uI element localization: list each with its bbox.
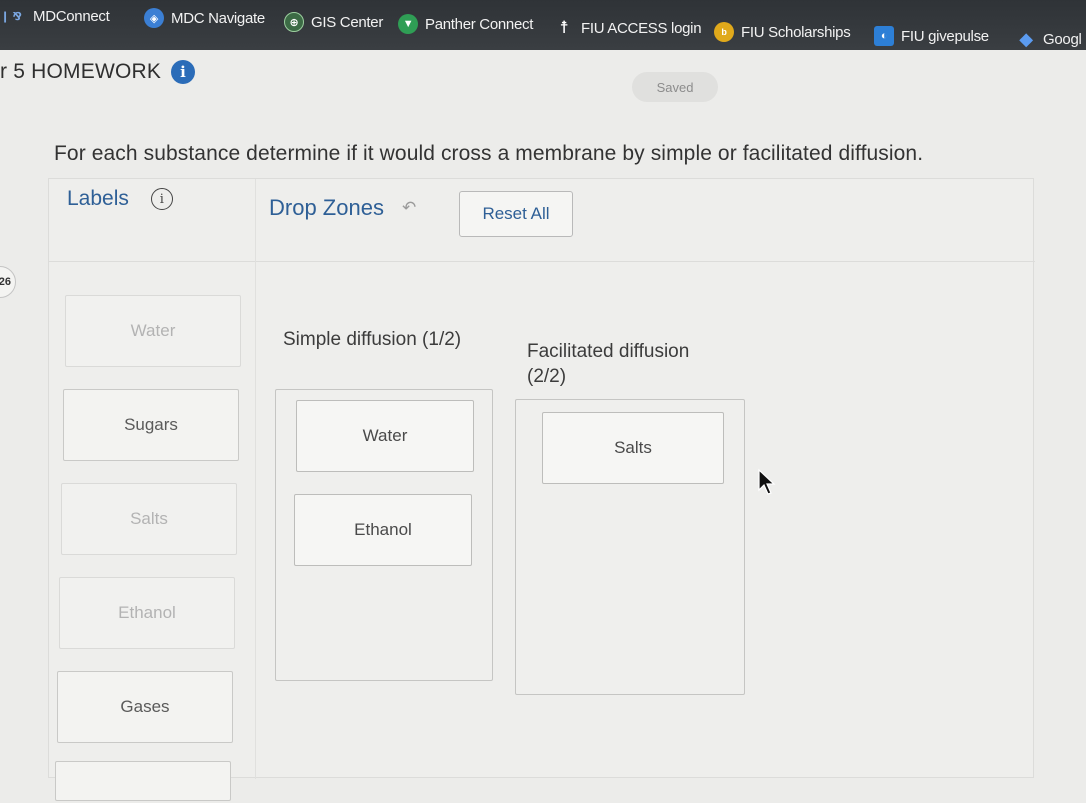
bookmarks-bar: ❙ ⅋ MDConnect ◈ MDC Navigate ⊕ GIS Cente…: [0, 0, 1086, 50]
homework-page: r 5 HOMEWORK i Saved 26 For each substan…: [0, 50, 1086, 803]
navigate-icon: ◈: [144, 8, 164, 28]
drag-drop-panel: Labels i Drop Zones ↶ Reset All Water Su…: [48, 178, 1035, 801]
bookmark-mdconnect[interactable]: ❙ ⅋ MDConnect: [0, 6, 110, 26]
bookmark-panther-connect[interactable]: ▼ Panther Connect: [398, 14, 533, 34]
label-card-partial[interactable]: [55, 761, 231, 801]
panther-icon: ▼: [398, 14, 418, 34]
bookmark-fiu-givepulse[interactable]: ◐ FIU givepulse: [874, 26, 989, 46]
bookmark-mdc-navigate[interactable]: ◈ MDC Navigate: [144, 8, 265, 28]
givepulse-icon: ◐: [874, 26, 894, 46]
bookmark-fiu-access[interactable]: ☨ FIU ACCESS login: [554, 18, 702, 38]
label-card-ethanol[interactable]: Ethanol: [59, 577, 235, 649]
accessibility-icon: ☨: [559, 18, 569, 37]
mouse-cursor-icon: [758, 468, 776, 495]
saved-status-badge: Saved: [632, 72, 718, 102]
scholarships-icon: b: [714, 22, 734, 42]
labels-column-divider: [255, 179, 256, 779]
label-card-water[interactable]: Water: [65, 295, 241, 367]
drop-zones-heading: Drop Zones ↶: [269, 195, 417, 220]
question-prompt: For each substance determine if it would…: [54, 142, 924, 165]
placed-chip-ethanol[interactable]: Ethanol: [294, 494, 472, 566]
question-number-badge[interactable]: 26: [0, 266, 16, 298]
page-title: r 5 HOMEWORK i: [0, 60, 196, 84]
reset-all-button[interactable]: Reset All: [459, 191, 573, 237]
simple-diffusion-drop-zone[interactable]: Water Ethanol: [275, 389, 493, 681]
facilitated-diffusion-drop-zone[interactable]: Salts: [515, 399, 745, 695]
undo-icon[interactable]: ↶: [402, 198, 416, 218]
bookmark-fiu-scholarships[interactable]: b FIU Scholarships: [714, 22, 851, 42]
info-icon[interactable]: i: [171, 60, 196, 84]
label-card-salts[interactable]: Salts: [61, 483, 237, 555]
bookmark-gis-center[interactable]: ⊕ GIS Center: [284, 12, 383, 32]
label-card-gases[interactable]: Gases: [57, 671, 233, 743]
label-card-sugars[interactable]: Sugars: [63, 389, 239, 461]
placed-chip-water[interactable]: Water: [296, 400, 474, 472]
mdconnect-icon: ❙ ⅋: [0, 10, 22, 23]
labels-info-icon[interactable]: i: [150, 188, 173, 210]
globe-icon: ⊕: [284, 12, 304, 32]
google-icon: ◆: [1019, 28, 1033, 49]
placed-chip-salts[interactable]: Salts: [542, 412, 724, 484]
simple-diffusion-title: Simple diffusion (1/2): [283, 329, 462, 350]
labels-heading: Labels i: [67, 187, 173, 211]
bookmark-google[interactable]: ◆ Googl: [1016, 29, 1082, 49]
facilitated-diffusion-title: Facilitated diffusion (2/2): [527, 341, 690, 387]
panel-header-divider: [49, 261, 1035, 262]
